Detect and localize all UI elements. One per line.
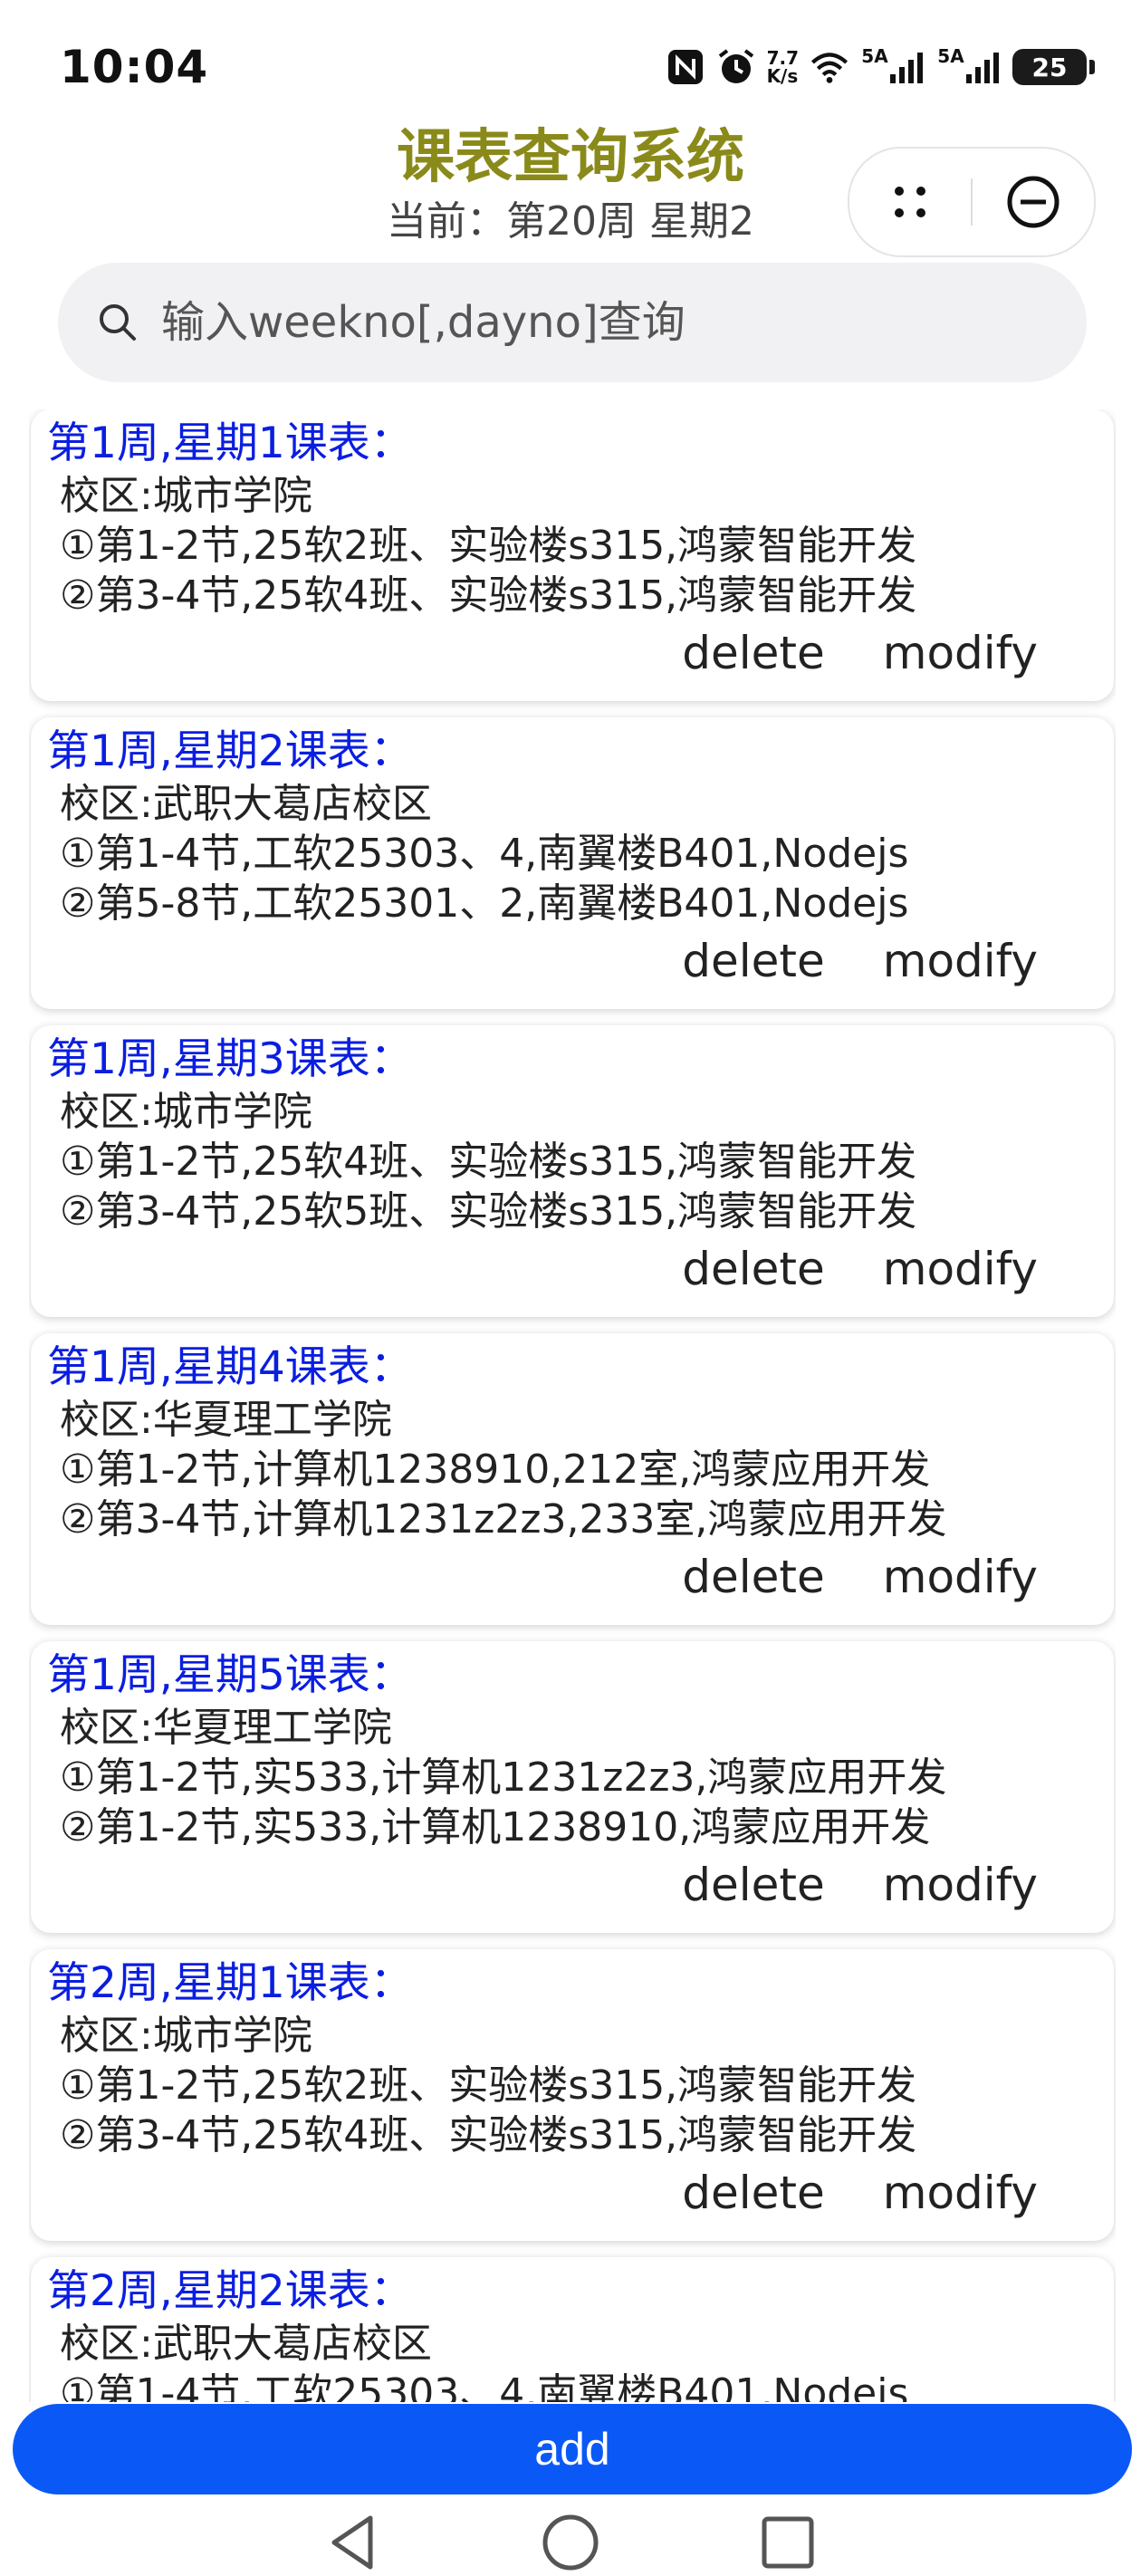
add-button[interactable]: add xyxy=(13,2404,1132,2494)
card-lesson: ①第1-2节,25软2班、实验楼s315,鸿蒙智能开发 xyxy=(60,2062,917,2109)
wifi-icon xyxy=(810,47,849,87)
more-dots-icon xyxy=(895,187,925,217)
schedule-card: 第2周,星期1课表： 校区:城市学院 ①第1-2节,25软2班、实验楼s315,… xyxy=(31,1949,1114,2241)
net-speed-value: 7.7 xyxy=(766,47,799,69)
card-actions: delete modify xyxy=(682,1243,1038,1295)
modify-button[interactable]: modify xyxy=(883,1551,1038,1603)
modify-button[interactable]: modify xyxy=(883,1243,1038,1295)
delete-button[interactable]: delete xyxy=(682,627,825,679)
card-campus: 校区:武职大葛店校区 xyxy=(60,2321,432,2367)
status-icons: 7.7 K/s 5A 5A 25 xyxy=(666,47,1095,87)
search-icon xyxy=(100,304,136,341)
battery-level: 25 xyxy=(1031,52,1068,82)
net-speed-unit: K/s xyxy=(766,65,799,87)
signal1-label: 5A xyxy=(861,45,888,67)
delete-button[interactable]: delete xyxy=(682,1859,825,1911)
card-lesson: ①第1-2节,25软4班、实验楼s315,鸿蒙智能开发 xyxy=(60,1139,917,1185)
card-title: 第2周,星期2课表： xyxy=(47,2266,413,2316)
more-button[interactable] xyxy=(849,149,971,255)
card-campus: 校区:城市学院 xyxy=(60,473,312,519)
card-campus: 校区:华夏理工学院 xyxy=(60,1705,392,1751)
recents-square-icon[interactable] xyxy=(756,2511,820,2574)
mini-program-capsule xyxy=(848,147,1096,257)
schedule-card: 第1周,星期1课表： 校区:城市学院 ①第1-2节,25软2班、实验楼s315,… xyxy=(31,409,1114,701)
modify-button[interactable]: modify xyxy=(883,627,1038,679)
card-actions: delete modify xyxy=(682,1551,1038,1603)
delete-button[interactable]: delete xyxy=(682,2167,825,2219)
card-lesson: ①第1-2节,25软2班、实验楼s315,鸿蒙智能开发 xyxy=(60,523,917,569)
close-button[interactable] xyxy=(973,149,1094,255)
signal2-icon: 5A xyxy=(936,47,1002,87)
card-lesson: ②第3-4节,25软4班、实验楼s315,鸿蒙智能开发 xyxy=(60,2112,917,2158)
minus-circle-icon xyxy=(1007,176,1060,228)
status-time: 10:04 xyxy=(60,41,209,93)
card-title: 第1周,星期1课表： xyxy=(47,418,413,468)
net-speed: 7.7 K/s xyxy=(767,49,799,85)
card-campus: 校区:武职大葛店校区 xyxy=(60,781,432,827)
schedule-card: 第1周,星期4课表： 校区:华夏理工学院 ①第1-2节,计算机1238910,2… xyxy=(31,1333,1114,1625)
modify-button[interactable]: modify xyxy=(883,935,1038,987)
card-lesson: ①第1-2节,实533,计算机1231z2z3,鸿蒙应用开发 xyxy=(60,1754,947,1801)
card-lesson: ①第1-4节,工软25303、4,南翼楼B401,Nodejs xyxy=(60,831,909,877)
schedule-card: 第1周,星期3课表： 校区:城市学院 ①第1-2节,25软4班、实验楼s315,… xyxy=(31,1025,1114,1317)
card-lesson: ②第3-4节,25软4班、实验楼s315,鸿蒙智能开发 xyxy=(60,572,917,619)
battery-icon: 25 xyxy=(1012,49,1095,85)
card-campus: 校区:城市学院 xyxy=(60,1089,312,1135)
modify-button[interactable]: modify xyxy=(883,1859,1038,1911)
navigation-bar xyxy=(0,2500,1141,2576)
card-title: 第2周,星期1课表： xyxy=(47,1958,413,2008)
back-triangle-icon[interactable] xyxy=(321,2511,384,2574)
card-actions: delete modify xyxy=(682,1859,1038,1911)
card-lesson: ②第3-4节,计算机1231z2z3,233室,鸿蒙应用开发 xyxy=(60,1496,947,1543)
card-title: 第1周,星期3课表： xyxy=(47,1034,413,1084)
card-actions: delete modify xyxy=(682,2167,1038,2219)
delete-button[interactable]: delete xyxy=(682,1551,825,1603)
delete-button[interactable]: delete xyxy=(682,935,825,987)
signal-icon: 5A xyxy=(860,47,925,87)
card-title: 第1周,星期4课表： xyxy=(47,1342,413,1392)
alarm-icon xyxy=(716,47,756,87)
delete-button[interactable]: delete xyxy=(682,1243,825,1295)
search-bar[interactable] xyxy=(58,263,1087,382)
nfc-icon xyxy=(666,47,705,87)
card-lesson: ②第5-8节,工软25301、2,南翼楼B401,Nodejs xyxy=(60,880,909,927)
schedule-card: 第1周,星期2课表： 校区:武职大葛店校区 ①第1-4节,工软25303、4,南… xyxy=(31,717,1114,1009)
card-campus: 校区:华夏理工学院 xyxy=(60,1397,392,1443)
card-lesson: ①第1-2节,计算机1238910,212室,鸿蒙应用开发 xyxy=(60,1447,931,1493)
card-lesson: ②第3-4节,25软5班、实验楼s315,鸿蒙智能开发 xyxy=(60,1188,917,1235)
schedule-list[interactable]: 第1周,星期1课表： 校区:城市学院 ①第1-2节,25软2班、实验楼s315,… xyxy=(29,409,1116,2402)
card-campus: 校区:城市学院 xyxy=(60,2013,312,2059)
schedule-card: 第2周,星期2课表： 校区:武职大葛店校区 ①第1-4节,工软25303、4,南… xyxy=(31,2257,1114,2402)
card-title: 第1周,星期2课表： xyxy=(47,726,413,776)
card-actions: delete modify xyxy=(682,627,1038,679)
schedule-card: 第1周,星期5课表： 校区:华夏理工学院 ①第1-2节,实533,计算机1231… xyxy=(31,1641,1114,1933)
card-title: 第1周,星期5课表： xyxy=(47,1650,413,1700)
home-circle-icon[interactable] xyxy=(539,2511,602,2574)
card-lesson: ①第1-4节,工软25303、4,南翼楼B401,Nodejs xyxy=(60,2370,909,2402)
signal2-label: 5A xyxy=(937,45,964,67)
modify-button[interactable]: modify xyxy=(883,2167,1038,2219)
card-lesson: ②第1-2节,实533,计算机1238910,鸿蒙应用开发 xyxy=(60,1804,931,1850)
card-actions: delete modify xyxy=(682,935,1038,987)
search-input[interactable] xyxy=(159,296,1050,349)
